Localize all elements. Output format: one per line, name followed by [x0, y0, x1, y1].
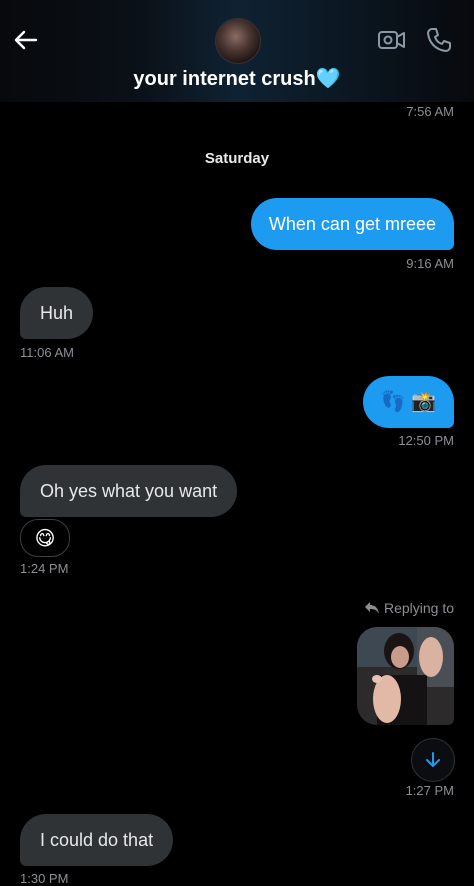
contact-name[interactable]: your internet crush🩵	[0, 66, 474, 91]
arrow-down-icon	[426, 752, 440, 767]
photo-message[interactable]	[357, 627, 454, 725]
contact-avatar[interactable]	[215, 18, 261, 64]
incoming-message[interactable]: Huh	[20, 287, 94, 339]
arrow-left-icon	[14, 30, 38, 50]
reply-label-text: Replying to	[383, 600, 454, 616]
voice-call-button[interactable]	[425, 26, 453, 54]
message-reaction[interactable]: 😋	[20, 519, 70, 557]
outgoing-message[interactable]: When can get mreee	[250, 198, 454, 250]
message-timestamp: 7:56 AM	[406, 104, 454, 119]
message-timestamp: 1:27 PM	[405, 783, 454, 798]
video-call-icon	[378, 31, 405, 49]
incoming-message[interactable]: I could do that	[20, 814, 174, 866]
message-timestamp: 12:50 PM	[398, 433, 454, 448]
message-timestamp: 11:06 AM	[20, 345, 74, 360]
phone-icon	[427, 28, 451, 52]
conversation-header: your internet crush🩵	[0, 0, 474, 102]
outgoing-message[interactable]: 👣 📸	[362, 376, 454, 428]
message-timestamp: 9:16 AM	[406, 256, 454, 271]
message-timestamp: 1:24 PM	[20, 561, 69, 576]
reaction-emoji: 😋	[34, 527, 56, 550]
photo-image	[357, 627, 454, 725]
video-call-button[interactable]	[377, 26, 407, 54]
reply-indicator: Replying to	[364, 600, 454, 616]
scroll-to-bottom-button[interactable]	[411, 738, 455, 782]
incoming-message[interactable]: Oh yes what you want	[20, 465, 238, 517]
day-separator: Saturday	[204, 150, 270, 167]
reply-icon	[364, 602, 379, 614]
back-button[interactable]	[12, 26, 40, 54]
